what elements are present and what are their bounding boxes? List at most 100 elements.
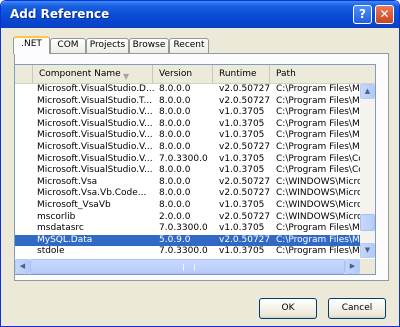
title-bar[interactable]: Add Reference ? ✕	[1, 1, 399, 28]
reference-list[interactable]: Component Name ▼ Version Runtime Path Mi…	[14, 64, 376, 275]
cell-version: 8.0.0.0	[159, 107, 191, 118]
cell-path: C:\Program Files\Comm...	[276, 165, 360, 176]
tab-projects[interactable]: Projects	[86, 38, 129, 53]
table-row[interactable]: Microsoft.VisualStudio.D... 8.0.0.0 v2.0.5…	[15, 84, 360, 96]
cell-path: C:\WINDOWS\Microsof...	[276, 211, 360, 222]
cell-version: 8.0.0.0	[159, 188, 191, 199]
cell-path: C:\Program Files\Micro...	[276, 118, 360, 129]
header-component-name[interactable]: Component Name ▼	[33, 65, 153, 83]
cell-version: 8.0.0.0	[159, 199, 191, 210]
header-spacer	[15, 65, 33, 83]
cancel-button[interactable]: Cancel	[328, 298, 386, 319]
cell-name: Microsoft.VisualStudio.V...	[37, 130, 153, 141]
cell-path: C:\Program Files\Micro...	[276, 95, 360, 106]
arrow-left-icon[interactable]: ◀	[15, 259, 30, 274]
cell-version: 7.0.3300.0	[159, 153, 208, 164]
cell-name: Microsoft.Vsa.Vb.Code...	[37, 188, 147, 199]
cell-name: Microsoft.VisualStudio.V...	[37, 165, 153, 176]
dialog-title: Add Reference	[10, 7, 110, 21]
table-row[interactable]: mscorlib 2.0.0.0 v2.0.50727 C:\WINDOWS\Micr…	[15, 212, 360, 224]
hscroll-thumb[interactable]	[30, 259, 345, 274]
tab-recent[interactable]: Recent	[169, 38, 209, 53]
table-row[interactable]: MySQL.Data 5.0.9.0 v2.0.50727 C:\Program Fi…	[15, 234, 360, 247]
table-row[interactable]: Microsoft_VsaVb 8.0.0.0 v1.0.3705 C:\WINDOW…	[15, 200, 360, 212]
cell-version: 8.0.0.0	[159, 141, 191, 152]
table-row[interactable]: Microsoft.VisualStudio.V... 8.0.0.0 v1.0.3…	[15, 165, 360, 177]
header-runtime[interactable]: Runtime	[213, 65, 270, 83]
cell-path: C:\Program Files\Micro...	[276, 84, 360, 94]
table-row[interactable]: Microsoft.VisualStudio.T... 8.0.0.0 v2.0.5…	[15, 96, 360, 108]
cell-name: Microsoft.VisualStudio.V...	[37, 153, 153, 164]
cell-version: 8.0.0.0	[159, 165, 191, 176]
cell-runtime: v1.0.3705	[219, 165, 265, 176]
cell-path: C:\WINDOWS\Microsof...	[276, 176, 360, 187]
cell-version: 8.0.0.0	[159, 130, 191, 141]
vertical-scrollbar[interactable]: ▲ ▼	[360, 84, 375, 258]
cell-path: C:\Program Files\Micro...	[276, 141, 360, 152]
table-row[interactable]: Microsoft.VisualStudio.V... 8.0.0.0 v1.0.3…	[15, 119, 360, 131]
table-row[interactable]: stdole 7.0.3300.0 v1.0.3705 C:\Program File…	[15, 246, 360, 258]
header-path[interactable]: Path	[270, 65, 375, 83]
cell-version: 2.0.0.0	[159, 211, 191, 222]
list-rows: Microsoft.VisualStudio.D... 8.0.0.0 v2.0.5…	[15, 84, 360, 258]
cell-runtime: v1.0.3705	[219, 199, 265, 210]
cell-path: C:\Program Files\Micro...	[276, 223, 360, 234]
cell-version: 8.0.0.0	[159, 84, 191, 94]
cell-name: MySQL.Data	[37, 234, 93, 245]
scroll-thumb[interactable]	[360, 214, 375, 231]
cell-name: Microsoft.VisualStudio.V...	[37, 118, 153, 129]
arrow-up-icon[interactable]: ▲	[360, 84, 375, 99]
cell-runtime: v1.0.3705	[219, 153, 265, 164]
table-row[interactable]: Microsoft.Vsa 8.0.0.0 v2.0.50727 C:\WINDOWS…	[15, 177, 360, 189]
list-header: Component Name ▼ Version Runtime Path	[15, 65, 375, 84]
close-button[interactable]: ✕	[375, 5, 394, 24]
cell-path: C:\Program Files\Comm...	[276, 153, 360, 164]
cell-runtime: v2.0.50727	[219, 84, 271, 94]
cell-runtime: v1.0.3705	[219, 107, 265, 118]
table-row[interactable]: Microsoft.Vsa.Vb.Code... 8.0.0.0 v2.0.5072…	[15, 188, 360, 200]
header-version[interactable]: Version	[153, 65, 213, 83]
cell-name: Microsoft.VisualStudio.D...	[37, 84, 155, 94]
cell-version: 8.0.0.0	[159, 176, 191, 187]
ok-button[interactable]: OK	[259, 298, 317, 319]
cell-path: C:\WINDOWS\Microsof...	[276, 188, 360, 199]
cell-version: 5.0.9.0	[159, 234, 191, 245]
table-row[interactable]: msdatasrc 7.0.3300.0 v1.0.3705 C:\Program F…	[15, 223, 360, 235]
horizontal-scrollbar[interactable]: ◀ ▶	[15, 259, 375, 274]
cell-name: Microsoft.VisualStudio.T...	[37, 95, 153, 106]
cell-path: C:\Program Files\Micro...	[276, 130, 360, 141]
cell-version: 7.0.3300.0	[159, 223, 208, 234]
grip-icon	[183, 264, 195, 271]
help-button[interactable]: ?	[353, 5, 372, 24]
cell-path: C:\Program Files\Micro...	[276, 107, 360, 118]
cell-runtime: v1.0.3705	[219, 130, 265, 141]
table-row[interactable]: Microsoft.VisualStudio.V... 8.0.0.0 v2.0.5…	[15, 142, 360, 154]
cell-name: mscorlib	[37, 211, 76, 222]
cell-name: Microsoft.Vsa	[37, 176, 98, 187]
cell-runtime: v2.0.50727	[219, 188, 271, 199]
cell-name: Microsoft.VisualStudio.V...	[37, 141, 153, 152]
cell-runtime: v2.0.50727	[219, 211, 271, 222]
cell-runtime: v1.0.3705	[219, 246, 265, 257]
add-reference-dialog: Add Reference ? ✕ .NET COM Projects Brow…	[0, 0, 400, 327]
arrow-right-icon[interactable]: ▶	[345, 259, 360, 274]
cell-runtime: v1.0.3705	[219, 118, 265, 129]
cell-runtime: v2.0.50727	[219, 141, 271, 152]
cell-path: C:\Program Files\MySQ...	[276, 234, 360, 245]
tab-com[interactable]: COM	[50, 38, 86, 53]
cell-path: C:\WINDOWS\Microsof...	[276, 199, 360, 210]
table-row[interactable]: Microsoft.VisualStudio.V... 8.0.0.0 v1.0.3…	[15, 130, 360, 142]
table-row[interactable]: Microsoft.VisualStudio.V... 7.0.3300.0 v1.…	[15, 154, 360, 166]
cell-runtime: v2.0.50727	[219, 176, 271, 187]
arrow-down-icon[interactable]: ▼	[360, 243, 375, 258]
tab-dotnet[interactable]: .NET	[13, 36, 50, 54]
cell-version: 7.0.3300.0	[159, 246, 208, 257]
header-label: Component Name	[39, 69, 121, 79]
cell-name: msdatasrc	[37, 223, 84, 234]
cell-version: 8.0.0.0	[159, 118, 191, 129]
tab-browse[interactable]: Browse	[129, 38, 169, 53]
cell-version: 8.0.0.0	[159, 95, 191, 106]
cell-name: Microsoft.VisualStudio.V...	[37, 107, 153, 118]
table-row[interactable]: Microsoft.VisualStudio.V... 8.0.0.0 v1.0.3…	[15, 107, 360, 119]
cell-runtime: v2.0.50727	[219, 234, 271, 245]
